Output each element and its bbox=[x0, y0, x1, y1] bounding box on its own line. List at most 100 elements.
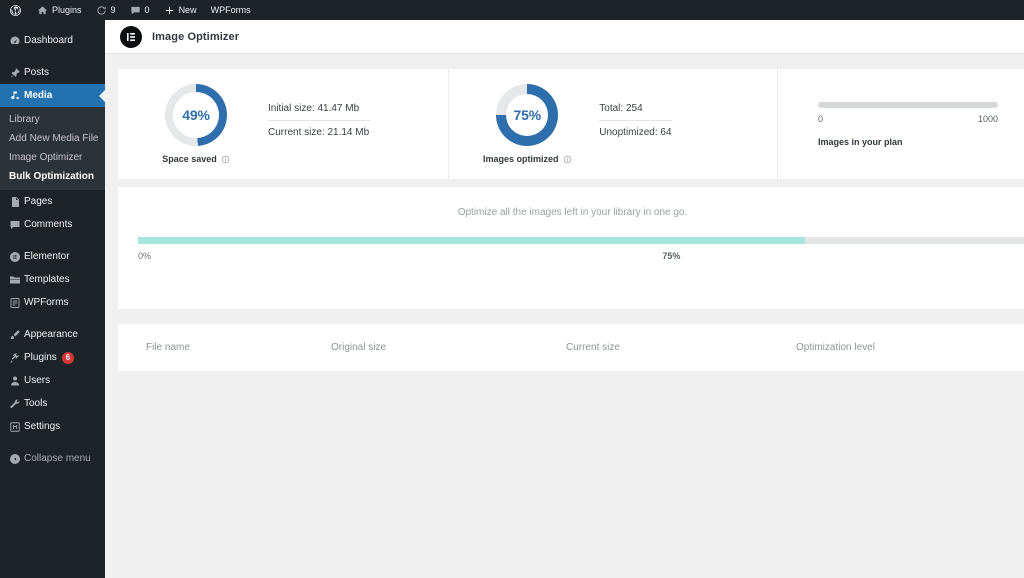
plan-scale: 0 1000 bbox=[818, 114, 998, 124]
images-optimized-donut-wrap: 75% Images optimized bbox=[471, 84, 583, 164]
initial-size-line: Initial size: 41.47 Mb bbox=[268, 97, 371, 121]
adminbar-new-label: New bbox=[179, 5, 197, 15]
sidebar-subitem-library[interactable]: Library bbox=[0, 110, 105, 129]
bulk-optimization-panel: Optimize all the images left in your lib… bbox=[118, 187, 1024, 309]
sidebar-item-label: Tools bbox=[24, 399, 47, 409]
adminbar-comments[interactable]: 0 bbox=[123, 0, 157, 20]
sidebar-subitem-add-new-media-file[interactable]: Add New Media File bbox=[0, 129, 105, 148]
sidebar-item-label: Comments bbox=[24, 220, 72, 230]
menu-spacer-1 bbox=[0, 52, 105, 61]
page-header: Image Optimizer bbox=[105, 20, 1024, 54]
sidebar-item-media[interactable]: Media bbox=[0, 84, 105, 107]
sidebar-item-label: Dashboard bbox=[24, 36, 73, 46]
sidebar-item-label: Templates bbox=[24, 275, 70, 285]
adminbar-site-name[interactable]: Plugins bbox=[30, 0, 89, 20]
images-optimized-label: Images optimized bbox=[483, 154, 559, 164]
plugins-update-badge: 6 bbox=[62, 352, 74, 364]
pin-icon bbox=[9, 67, 24, 79]
donut-hole: 49% bbox=[173, 92, 219, 138]
total-images-line: Total: 254 bbox=[599, 97, 671, 121]
comment-icon bbox=[130, 5, 141, 16]
space-saved-details: Initial size: 41.47 Mb Current size: 21.… bbox=[268, 97, 371, 144]
menu-spacer-3 bbox=[0, 314, 105, 323]
sidebar-subitem-bulk-optimization[interactable]: Bulk Optimization bbox=[0, 167, 105, 186]
adminbar-wpforms[interactable]: WPForms bbox=[204, 0, 258, 20]
folder-icon bbox=[9, 274, 24, 286]
space-saved-label: Space saved bbox=[162, 154, 217, 164]
sidebar-item-appearance[interactable]: Appearance bbox=[0, 323, 105, 346]
sidebar-item-collapse-menu[interactable]: Collapse menu bbox=[0, 447, 105, 470]
plan-progress-bar bbox=[818, 102, 998, 108]
adminbar-new-content[interactable]: New bbox=[157, 0, 204, 20]
stat-card-space-saved: 49% Space saved Initial size: 41.47 M bbox=[118, 69, 448, 179]
donut-hole: 75% bbox=[506, 94, 548, 136]
info-icon[interactable] bbox=[563, 155, 572, 164]
info-icon[interactable] bbox=[221, 155, 230, 164]
sidebar-item-tools[interactable]: Tools bbox=[0, 392, 105, 415]
tools-icon bbox=[9, 398, 24, 410]
stats-panel: 49% Space saved Initial size: 41.47 M bbox=[118, 69, 1024, 179]
sidebar-item-pages[interactable]: Pages bbox=[0, 190, 105, 213]
unoptimized-images-line: Unoptimized: 64 bbox=[599, 121, 671, 144]
space-saved-donut-wrap: 49% Space saved bbox=[140, 84, 252, 164]
sidebar-item-comments[interactable]: Comments bbox=[0, 213, 105, 236]
sidebar-item-label: Plugins bbox=[24, 353, 57, 363]
plugin-icon bbox=[9, 352, 24, 364]
sidebar-item-label: Collapse menu bbox=[24, 454, 91, 464]
sidebar-item-label: WPForms bbox=[24, 298, 68, 308]
sidebar-item-label: Appearance bbox=[24, 330, 78, 340]
page-title: Image Optimizer bbox=[152, 31, 239, 43]
adminbar-updates-count: 9 bbox=[111, 5, 116, 15]
plus-icon bbox=[164, 5, 175, 16]
stat-card-images-optimized: 75% Images optimized Total: 254 bbox=[448, 69, 777, 179]
collapse-icon bbox=[9, 453, 24, 465]
plan-min-label: 0 bbox=[818, 114, 823, 124]
current-size-line: Current size: 21.14 Mb bbox=[268, 121, 371, 144]
adminbar-wp-logo[interactable] bbox=[0, 0, 30, 20]
settings-icon bbox=[9, 421, 24, 433]
comment-icon bbox=[9, 219, 24, 231]
wordpress-icon bbox=[9, 4, 22, 17]
elementor-icon bbox=[9, 251, 24, 263]
updates-icon bbox=[96, 5, 107, 16]
admin-sidebar: Dashboard Posts Media Library Add New Me… bbox=[0, 20, 105, 578]
sidebar-item-settings[interactable]: Settings bbox=[0, 415, 105, 438]
dashboard-icon bbox=[9, 35, 24, 47]
sidebar-item-label: Media bbox=[24, 91, 52, 101]
stat-card-plan: 0 1000 Images in your plan bbox=[777, 69, 1024, 179]
users-icon bbox=[9, 375, 24, 387]
column-header-current-size: Current size bbox=[566, 342, 796, 353]
sidebar-item-plugins[interactable]: Plugins 6 bbox=[0, 346, 105, 369]
sidebar-subitem-image-optimizer[interactable]: Image Optimizer bbox=[0, 148, 105, 167]
brush-icon bbox=[9, 329, 24, 341]
sidebar-item-label: Posts bbox=[24, 68, 49, 78]
images-optimized-details: Total: 254 Unoptimized: 64 bbox=[599, 97, 671, 144]
bulk-progress-area: 0% 75% bbox=[118, 237, 1024, 265]
page-icon bbox=[9, 196, 24, 208]
sidebar-item-templates[interactable]: Templates bbox=[0, 268, 105, 291]
images-table-header: File name Original size Current size Opt… bbox=[118, 324, 1024, 371]
adminbar-site-label: Plugins bbox=[52, 5, 82, 15]
sidebar-item-users[interactable]: Users bbox=[0, 369, 105, 392]
plan-label: Images in your plan bbox=[818, 137, 1024, 147]
bulk-progress-start-label: 0% bbox=[138, 251, 151, 261]
column-header-file-name: File name bbox=[146, 342, 331, 353]
bulk-progress-scale: 0% 75% bbox=[138, 251, 1024, 265]
bulk-description: Optimize all the images left in your lib… bbox=[118, 207, 1024, 218]
adminbar-wpforms-label: WPForms bbox=[211, 5, 251, 15]
sidebar-item-wpforms[interactable]: WPForms bbox=[0, 291, 105, 314]
bulk-progress-fill bbox=[138, 237, 805, 244]
sidebar-item-label: Settings bbox=[24, 422, 60, 432]
images-optimized-percent: 75% bbox=[514, 107, 541, 123]
sidebar-item-dashboard[interactable]: Dashboard bbox=[0, 29, 105, 52]
sidebar-item-elementor[interactable]: Elementor bbox=[0, 245, 105, 268]
menu-spacer-top bbox=[0, 20, 105, 29]
home-icon bbox=[37, 5, 48, 16]
sidebar-active-arrow bbox=[99, 89, 106, 103]
column-header-original-size: Original size bbox=[331, 342, 566, 353]
sidebar-item-posts[interactable]: Posts bbox=[0, 61, 105, 84]
sidebar-submenu-media: Library Add New Media File Image Optimiz… bbox=[0, 107, 105, 190]
plan-max-label: 1000 bbox=[978, 114, 998, 124]
adminbar-updates[interactable]: 9 bbox=[89, 0, 123, 20]
column-header-optimization-level: Optimization level bbox=[796, 342, 996, 353]
